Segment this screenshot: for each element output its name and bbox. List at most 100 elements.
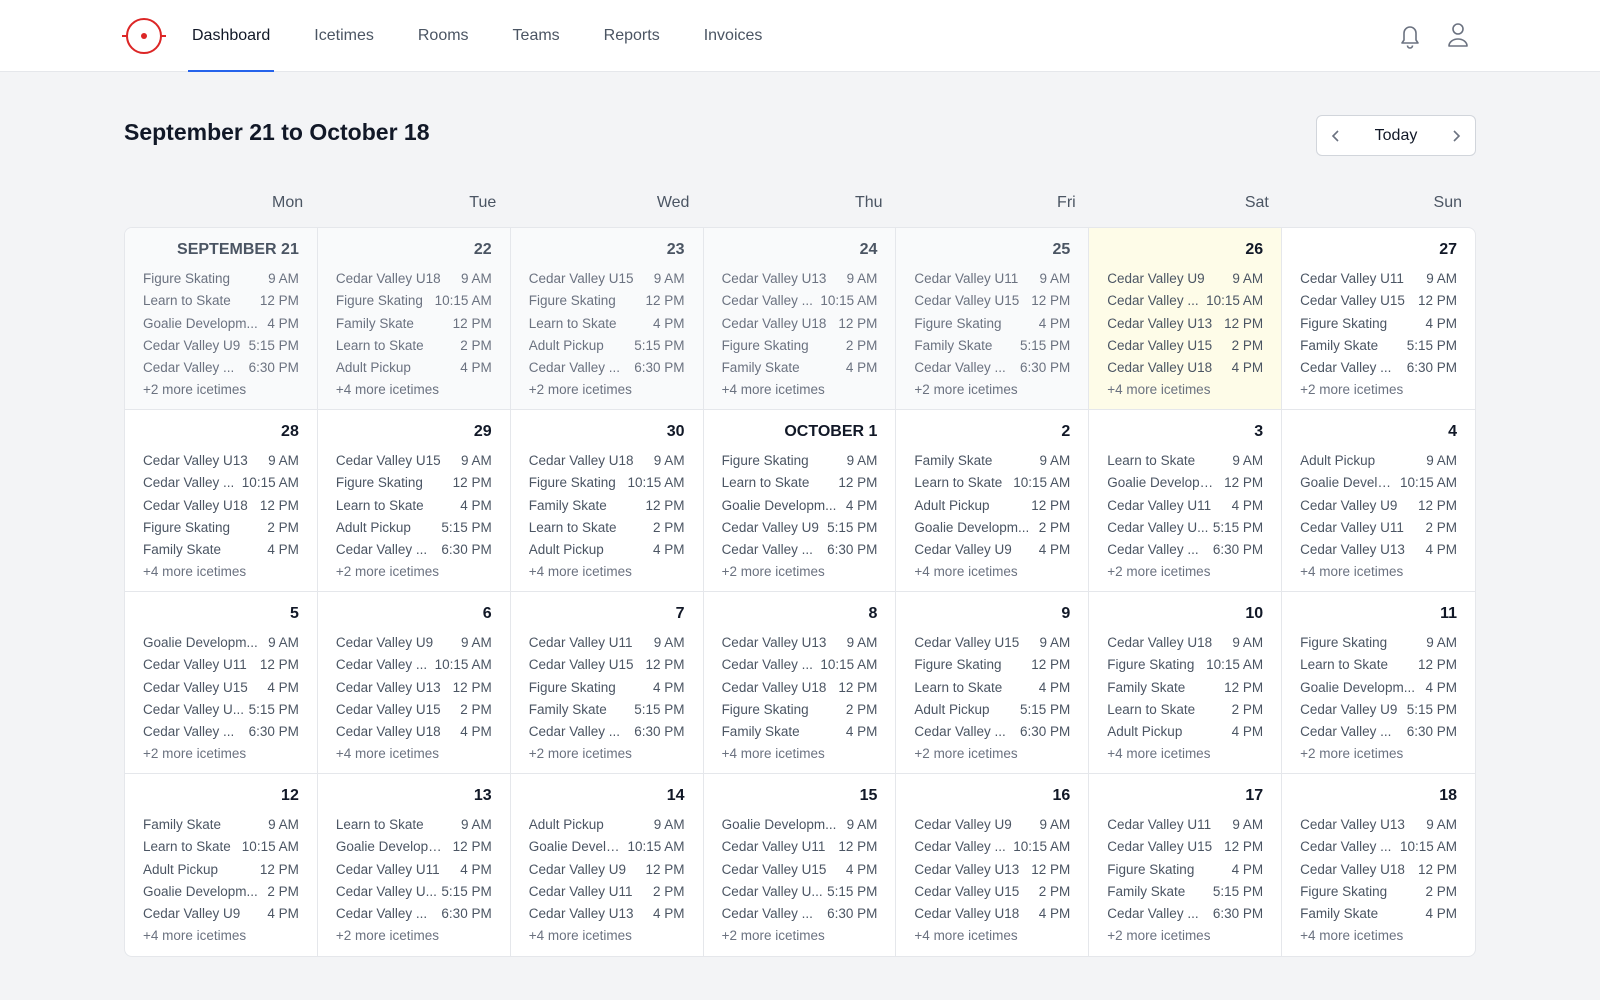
icetime-item[interactable]: Figure Skating 2 PM bbox=[1300, 881, 1457, 903]
day-cell[interactable]: 8 Cedar Valley U13 9 AM Cedar Valley ... 10:… bbox=[703, 592, 897, 774]
icetime-item[interactable]: Learn to Skate 10:15 AM bbox=[914, 472, 1070, 494]
icetime-item[interactable]: Adult Pickup 5:15 PM bbox=[529, 335, 685, 357]
more-icetimes-link[interactable]: +2 more icetimes bbox=[336, 925, 492, 947]
day-cell[interactable]: 9 Cedar Valley U15 9 AM Figure Skating 12 PM… bbox=[896, 592, 1090, 774]
icetime-item[interactable]: Cedar Valley U18 12 PM bbox=[143, 495, 299, 517]
day-cell[interactable]: 16 Cedar Valley U9 9 AM Cedar Valley ... 10:… bbox=[896, 774, 1090, 956]
icetime-item[interactable]: Cedar Valley U18 12 PM bbox=[722, 313, 878, 335]
icetime-item[interactable]: Cedar Valley U11 9 AM bbox=[914, 268, 1070, 290]
icetime-item[interactable]: Cedar Valley U18 9 AM bbox=[529, 450, 685, 472]
icetime-item[interactable]: Figure Skating 12 PM bbox=[336, 472, 492, 494]
icetime-item[interactable]: Family Skate 5:15 PM bbox=[914, 335, 1070, 357]
icetime-item[interactable]: Cedar Valley U15 2 PM bbox=[914, 881, 1070, 903]
icetime-item[interactable]: Goalie Developm... 9 AM bbox=[722, 814, 878, 836]
icetime-item[interactable]: Figure Skating 9 AM bbox=[722, 450, 878, 472]
icetime-item[interactable]: Cedar Valley ... 6:30 PM bbox=[336, 539, 492, 561]
icetime-item[interactable]: Family Skate 4 PM bbox=[722, 721, 878, 743]
more-icetimes-link[interactable]: +2 more icetimes bbox=[529, 743, 685, 765]
icetime-item[interactable]: Cedar Valley U15 2 PM bbox=[336, 699, 492, 721]
icetime-item[interactable]: Cedar Valley ... 10:15 AM bbox=[143, 472, 299, 494]
icetime-item[interactable]: Learn to Skate 2 PM bbox=[1107, 699, 1263, 721]
more-icetimes-link[interactable]: +4 more icetimes bbox=[529, 925, 685, 947]
more-icetimes-link[interactable]: +2 more icetimes bbox=[143, 743, 299, 765]
icetime-item[interactable]: Goalie Develo... 10:15 AM bbox=[1300, 472, 1457, 494]
icetime-item[interactable]: Cedar Valley U15 4 PM bbox=[722, 859, 878, 881]
icetime-item[interactable]: Cedar Valley U15 9 AM bbox=[529, 268, 685, 290]
icetime-item[interactable]: Figure Skating 4 PM bbox=[1300, 313, 1457, 335]
icetime-item[interactable]: Cedar Valley U13 12 PM bbox=[1107, 313, 1263, 335]
tab-teams[interactable]: Teams bbox=[513, 0, 560, 72]
icetime-item[interactable]: Cedar Valley U11 9 AM bbox=[1300, 268, 1457, 290]
icetime-item[interactable]: Cedar Valley U11 2 PM bbox=[529, 881, 685, 903]
icetime-item[interactable]: Cedar Valley ... 10:15 AM bbox=[722, 290, 878, 312]
icetime-item[interactable]: Figure Skating 10:15 AM bbox=[336, 290, 492, 312]
day-cell[interactable]: 12 Family Skate 9 AM Learn to Skate 10:15 AM… bbox=[125, 774, 318, 956]
icetime-item[interactable]: Cedar Valley U15 12 PM bbox=[914, 290, 1070, 312]
day-cell[interactable]: 5 Goalie Developm... 9 AM Cedar Valley U11 1… bbox=[125, 592, 318, 774]
icetime-item[interactable]: Cedar Valley U15 12 PM bbox=[1107, 836, 1263, 858]
icetime-item[interactable]: Cedar Valley U15 2 PM bbox=[1107, 335, 1263, 357]
day-cell[interactable]: 24 Cedar Valley U13 9 AM Cedar Valley ... 10… bbox=[703, 228, 897, 410]
icetime-item[interactable]: Cedar Valley U11 4 PM bbox=[1107, 495, 1263, 517]
icetime-item[interactable]: Cedar Valley ... 6:30 PM bbox=[529, 357, 685, 379]
icetime-item[interactable]: Cedar Valley U13 12 PM bbox=[336, 677, 492, 699]
more-icetimes-link[interactable]: +4 more icetimes bbox=[529, 561, 685, 583]
icetime-item[interactable]: Goalie Developm... 2 PM bbox=[914, 517, 1070, 539]
icetime-item[interactable]: Goalie Developm... 12 PM bbox=[336, 836, 492, 858]
icetime-item[interactable]: Cedar Valley ... 10:15 AM bbox=[336, 654, 492, 676]
icetime-item[interactable]: Family Skate 5:15 PM bbox=[529, 699, 685, 721]
more-icetimes-link[interactable]: +2 more icetimes bbox=[914, 379, 1070, 401]
more-icetimes-link[interactable]: +2 more icetimes bbox=[1300, 743, 1457, 765]
icetime-item[interactable]: Cedar Valley U15 12 PM bbox=[1300, 290, 1457, 312]
icetime-item[interactable]: Cedar Valley U... 5:15 PM bbox=[722, 881, 878, 903]
icetime-item[interactable]: Family Skate 12 PM bbox=[1107, 677, 1263, 699]
tab-rooms[interactable]: Rooms bbox=[418, 0, 469, 72]
more-icetimes-link[interactable]: +4 more icetimes bbox=[914, 561, 1070, 583]
icetime-item[interactable]: Cedar Valley ... 6:30 PM bbox=[914, 357, 1070, 379]
more-icetimes-link[interactable]: +4 more icetimes bbox=[336, 743, 492, 765]
day-cell[interactable]: 23 Cedar Valley U15 9 AM Figure Skating 12 P… bbox=[510, 228, 704, 410]
day-cell[interactable]: 26 Cedar Valley U9 9 AM Cedar Valley ... 10:… bbox=[1089, 228, 1283, 410]
day-cell[interactable]: 28 Cedar Valley U13 9 AM Cedar Valley ... 10… bbox=[125, 410, 318, 592]
icetime-item[interactable]: Cedar Valley U15 9 AM bbox=[914, 632, 1070, 654]
icetime-item[interactable]: Cedar Valley ... 6:30 PM bbox=[1300, 721, 1457, 743]
icetime-item[interactable]: Cedar Valley ... 6:30 PM bbox=[1107, 539, 1263, 561]
icetime-item[interactable]: Goalie Developm... 4 PM bbox=[722, 495, 878, 517]
icetime-item[interactable]: Cedar Valley U11 12 PM bbox=[722, 836, 878, 858]
icetime-item[interactable]: Cedar Valley U9 5:15 PM bbox=[1300, 699, 1457, 721]
icetime-item[interactable]: Figure Skating 2 PM bbox=[143, 517, 299, 539]
icetime-item[interactable]: Adult Pickup 4 PM bbox=[336, 357, 492, 379]
icetime-item[interactable]: Cedar Valley U13 4 PM bbox=[529, 903, 685, 925]
day-cell[interactable]: 17 Cedar Valley U11 9 AM Cedar Valley U15 12… bbox=[1089, 774, 1283, 956]
icetime-item[interactable]: Cedar Valley ... 6:30 PM bbox=[722, 539, 878, 561]
icetime-item[interactable]: Cedar Valley U13 4 PM bbox=[1300, 539, 1457, 561]
icetime-item[interactable]: Family Skate 5:15 PM bbox=[1107, 881, 1263, 903]
icetime-item[interactable]: Cedar Valley U... 5:15 PM bbox=[143, 699, 299, 721]
user-icon[interactable] bbox=[1444, 20, 1472, 50]
icetime-item[interactable]: Cedar Valley U9 5:15 PM bbox=[143, 335, 299, 357]
more-icetimes-link[interactable]: +4 more icetimes bbox=[722, 379, 878, 401]
icetime-item[interactable]: Family Skate 12 PM bbox=[529, 495, 685, 517]
icetime-item[interactable]: Goalie Developm... 12 PM bbox=[1107, 472, 1263, 494]
day-cell[interactable]: 7 Cedar Valley U11 9 AM Cedar Valley U15 12 … bbox=[510, 592, 704, 774]
icetime-item[interactable]: Figure Skating 10:15 AM bbox=[1107, 654, 1263, 676]
more-icetimes-link[interactable]: +4 more icetimes bbox=[336, 379, 492, 401]
more-icetimes-link[interactable]: +2 more icetimes bbox=[529, 379, 685, 401]
day-cell[interactable]: 13 Learn to Skate 9 AM Goalie Developm... 12… bbox=[318, 774, 511, 956]
icetime-item[interactable]: Cedar Valley U9 4 PM bbox=[143, 903, 299, 925]
day-cell[interactable]: 14 Adult Pickup 9 AM Goalie Develo... 10:15 … bbox=[511, 774, 704, 956]
icetime-item[interactable]: Learn to Skate 4 PM bbox=[914, 677, 1070, 699]
more-icetimes-link[interactable]: +4 more icetimes bbox=[722, 743, 878, 765]
icetime-item[interactable]: Cedar Valley U18 9 AM bbox=[1107, 632, 1263, 654]
more-icetimes-link[interactable]: +2 more icetimes bbox=[914, 743, 1070, 765]
tab-reports[interactable]: Reports bbox=[604, 0, 660, 72]
logo-icon[interactable] bbox=[122, 16, 166, 56]
day-cell[interactable]: 10 Cedar Valley U18 9 AM Figure Skating 10:1… bbox=[1089, 592, 1283, 774]
icetime-item[interactable]: Figure Skating 4 PM bbox=[1107, 859, 1263, 881]
icetime-item[interactable]: Figure Skating 4 PM bbox=[914, 313, 1070, 335]
icetime-item[interactable]: Cedar Valley U15 4 PM bbox=[143, 677, 299, 699]
icetime-item[interactable]: Cedar Valley U15 12 PM bbox=[529, 654, 685, 676]
icetime-item[interactable]: Learn to Skate 9 AM bbox=[1107, 450, 1263, 472]
icetime-item[interactable]: Cedar Valley U13 9 AM bbox=[1300, 814, 1457, 836]
icetime-item[interactable]: Adult Pickup 9 AM bbox=[1300, 450, 1457, 472]
